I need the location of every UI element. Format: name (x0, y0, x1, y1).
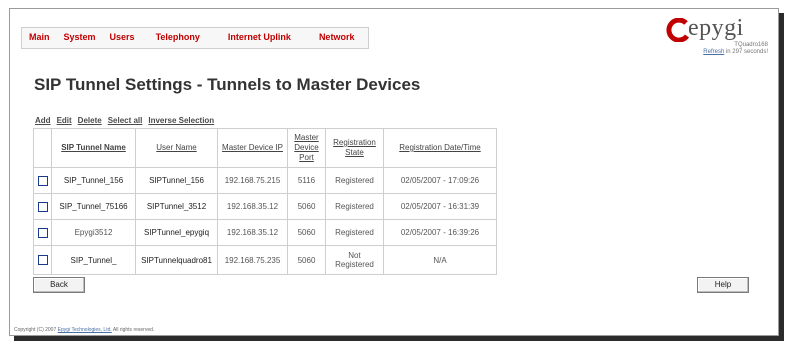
table-row: SIP_Tunnel_75166 SIPTunnel_3512 192.168.… (33, 193, 497, 220)
col-header-master-port[interactable]: Master Device Port (287, 128, 326, 168)
copyright-prefix: Copyright (C) 2007 (14, 327, 58, 333)
row-select-cell (33, 167, 52, 194)
port-cell: 5060 (287, 245, 326, 275)
ip-cell: 192.168.75.235 (217, 245, 288, 275)
menu-system[interactable]: System (57, 28, 103, 48)
menu-users[interactable]: Users (103, 28, 142, 48)
row-checkbox[interactable] (37, 175, 48, 186)
menu-internet-uplink[interactable]: Internet Uplink (214, 28, 305, 48)
inverse-selection-link[interactable]: Inverse Selection (148, 116, 214, 125)
delete-link[interactable]: Delete (78, 116, 102, 125)
refresh-countdown: in 297 seconds! (724, 49, 768, 55)
state-cell: Registered (325, 167, 384, 194)
row-checkbox[interactable] (37, 201, 48, 212)
help-button[interactable]: Help (697, 277, 749, 293)
action-links: Add Edit Delete Select all Inverse Selec… (35, 116, 214, 125)
menu-network[interactable]: Network (305, 28, 369, 48)
user-name-cell: SIPTunnel_156 (135, 167, 218, 194)
menu-telephony[interactable]: Telephony (142, 28, 214, 48)
row-select-cell (33, 193, 52, 220)
datetime-cell: 02/05/2007 - 16:31:39 (383, 193, 497, 220)
company-link[interactable]: Epygi Technologies, Ltd. (58, 327, 112, 333)
table-row: SIP_Tunnel_ SIPTunnelquadro81 192.168.75… (33, 245, 497, 275)
logo-text: epygi (688, 15, 744, 41)
add-link[interactable]: Add (35, 116, 51, 125)
state-cell: Registered (325, 219, 384, 246)
row-select-cell (33, 219, 52, 246)
table-row: SIP_Tunnel_156 SIPTunnel_156 192.168.75.… (33, 167, 497, 194)
col-header-user-name[interactable]: User Name (135, 128, 218, 168)
copyright-footer: Copyright (C) 2007 Epygi Technologies, L… (14, 327, 154, 333)
refresh-link[interactable]: Refresh (703, 49, 724, 55)
ip-cell: 192.168.35.12 (217, 219, 288, 246)
tunnel-name-cell: SIP_Tunnel_156 (51, 167, 136, 194)
epygi-logo: epygi (666, 15, 770, 42)
col-header-registration-datetime[interactable]: Registration Date/Time (383, 128, 497, 168)
datetime-cell: 02/05/2007 - 16:39:26 (383, 219, 497, 246)
table-header-row: SIP Tunnel Name User Name Master Device … (33, 128, 497, 168)
ip-cell: 192.168.35.12 (217, 193, 288, 220)
copyright-suffix: All rights reserved. (111, 327, 155, 333)
user-name-cell: SIPTunnel_3512 (135, 193, 218, 220)
row-select-cell (33, 245, 52, 275)
menu-main[interactable]: Main (22, 28, 57, 48)
edit-link[interactable]: Edit (57, 116, 72, 125)
main-menu: Main System Users Telephony Internet Upl… (21, 27, 370, 49)
tunnels-table: SIP Tunnel Name User Name Master Device … (33, 128, 497, 275)
col-header-registration-state[interactable]: Registration State (325, 128, 384, 168)
col-header-tunnel-name[interactable]: SIP Tunnel Name (51, 128, 136, 168)
table-row: Epygi3512 SIPTunnel_epygiq 192.168.35.12… (33, 219, 497, 246)
user-name-cell: SIPTunnel_epygiq (135, 219, 218, 246)
row-checkbox[interactable] (37, 255, 48, 265)
refresh-notice: Refresh in 297 seconds! (703, 49, 768, 55)
port-cell: 5060 (287, 193, 326, 220)
select-all-link[interactable]: Select all (108, 116, 143, 125)
page-title: SIP Tunnel Settings - Tunnels to Master … (34, 75, 421, 94)
select-column-header (33, 128, 52, 168)
datetime-cell: 02/05/2007 - 17:09:26 (383, 167, 497, 194)
row-checkbox[interactable] (37, 227, 48, 238)
ip-cell: 192.168.75.215 (217, 167, 288, 194)
port-cell: 5060 (287, 219, 326, 246)
back-button[interactable]: Back (33, 277, 85, 293)
tunnel-name-cell: Epygi3512 (51, 219, 136, 246)
datetime-cell: N/A (383, 245, 497, 275)
state-cell: Registered (325, 193, 384, 220)
tunnel-name-cell: SIP_Tunnel_75166 (51, 193, 136, 220)
device-model: TQuadro168 (734, 42, 768, 48)
user-name-cell: SIPTunnelquadro81 (135, 245, 218, 275)
col-header-master-ip[interactable]: Master Device IP (217, 128, 288, 168)
tunnel-name-cell: SIP_Tunnel_ (51, 245, 136, 275)
port-cell: 5116 (287, 167, 326, 194)
logo-swoosh-icon (666, 18, 690, 42)
state-cell: Not Registered (325, 245, 384, 275)
